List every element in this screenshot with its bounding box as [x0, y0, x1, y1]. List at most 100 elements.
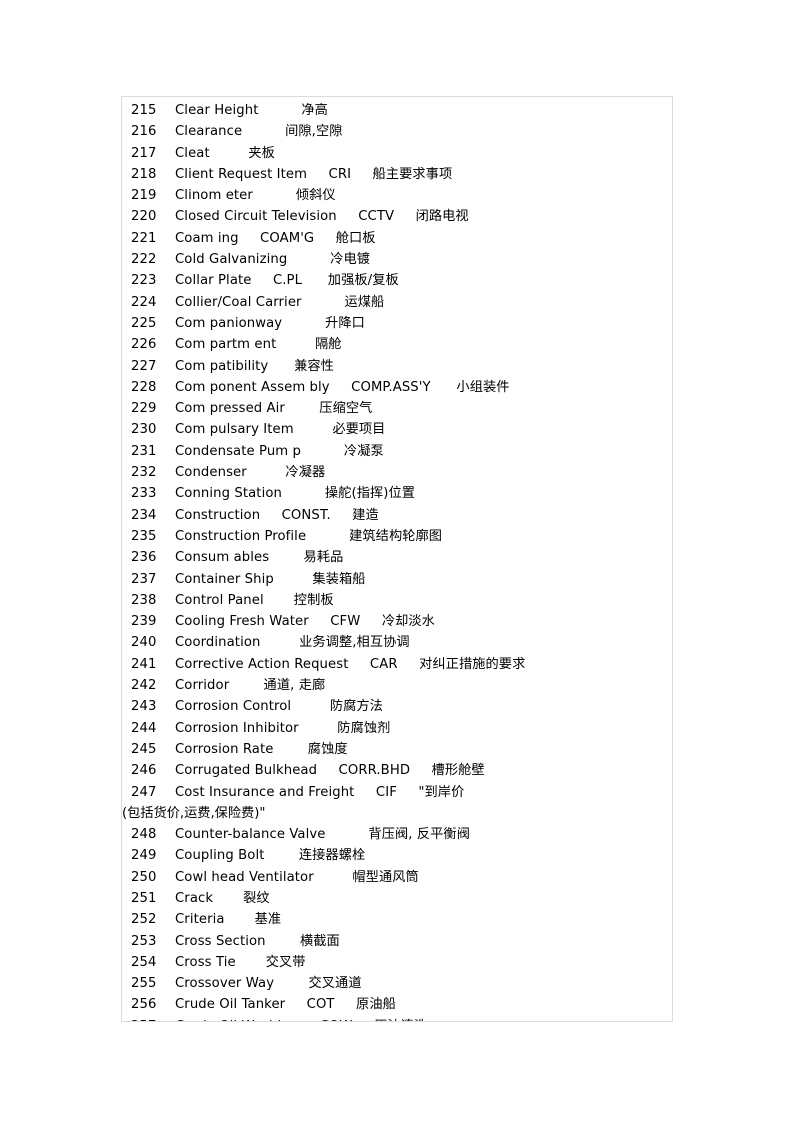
glossary-entry-number: 243	[131, 699, 157, 715]
glossary-entry-text: Consum ables 易耗品	[175, 550, 344, 566]
glossary-entry-text: Cold Galvanizing 冷电镀	[175, 252, 371, 268]
glossary-entry-row: 254 Cross Tie 交叉带	[122, 952, 672, 973]
glossary-entry-row: 248 Counter-balance Valve 背压阀, 反平衡阀	[122, 824, 672, 845]
glossary-entry-row: 246 Corrugated Bulkhead CORR.BHD 槽形舱壁	[122, 760, 672, 781]
glossary-entry-text: Com partm ent 隔舱	[175, 337, 342, 353]
glossary-entry-text: Corrosion Inhibitor 防腐蚀剂	[175, 720, 391, 736]
glossary-entry-text: Construction Profile 建筑结构轮廓图	[175, 528, 443, 544]
glossary-entry-row: 251 Crack 裂纹	[122, 888, 672, 909]
glossary-entry-number: 242	[131, 678, 157, 694]
glossary-entry-number: 235	[131, 528, 157, 544]
glossary-entry-text: Conning Station 操舵(指挥)位置	[175, 486, 416, 502]
glossary-entry-number: 231	[131, 443, 157, 459]
glossary-entry-row: 240 Coordination 业务调整,相互协调	[122, 632, 672, 653]
glossary-entry-number: 224	[131, 294, 157, 310]
glossary-entry-row: 217 Cleat 夹板	[122, 143, 672, 164]
glossary-entry-row: 239 Cooling Fresh Water CFW 冷却淡水	[122, 611, 672, 632]
glossary-entry-row: 220 Closed Circuit Television CCTV 闭路电视	[122, 206, 672, 227]
glossary-entry-text: Corrective Action Request CAR 对纠正措施的要求	[175, 656, 526, 672]
glossary-entry-number: 225	[131, 315, 157, 331]
glossary-entry-text: Com ponent Assem bly COMP.ASS'Y 小组装件	[175, 379, 510, 395]
document-page: 215 Clear Height 净高 216 Clearance 间隙,空隙 217 C…	[0, 0, 794, 1123]
glossary-entry-number: 236	[131, 550, 157, 566]
glossary-entry-row: 245 Corrosion Rate 腐蚀度	[122, 739, 672, 760]
glossary-entry-text: Corridor 通道, 走廊	[175, 678, 326, 694]
glossary-entry-row: 233 Conning Station 操舵(指挥)位置	[122, 483, 672, 504]
glossary-entry-number: 220	[131, 209, 157, 225]
glossary-entry-number: 223	[131, 273, 157, 289]
glossary-entry-number: 244	[131, 720, 157, 736]
glossary-entry-row: 218 Client Request Item CRI 船主要求事项	[122, 164, 672, 185]
glossary-entry-text: Condensate Pum p 冷凝泵	[175, 443, 384, 459]
glossary-entry-row: 247 Cost Insurance and Freight CIF "到岸价	[122, 782, 672, 803]
glossary-entry-row: 216 Clearance 间隙,空隙	[122, 121, 672, 142]
glossary-entry-text: Coam ing COAM'G 舱口板	[175, 230, 376, 246]
glossary-entry-row: 231 Condensate Pum p 冷凝泵	[122, 441, 672, 462]
glossary-entry-list: 215 Clear Height 净高 216 Clearance 间隙,空隙 217 C…	[122, 97, 672, 1021]
glossary-entry-text: Container Ship 集装箱船	[175, 571, 366, 587]
glossary-entry-text: Crude Oil Tanker COT 原油船	[175, 997, 396, 1013]
glossary-entry-text: Closed Circuit Television CCTV 闭路电视	[175, 209, 469, 225]
glossary-entry-row: 222 Cold Galvanizing 冷电镀	[122, 249, 672, 270]
glossary-entry-number: 227	[131, 358, 157, 374]
glossary-entry-text: Client Request Item CRI 船主要求事项	[175, 166, 453, 182]
glossary-entry-number: 239	[131, 614, 157, 630]
glossary-entry-row: 253 Cross Section 横截面	[122, 931, 672, 952]
glossary-entry-number: 255	[131, 976, 157, 992]
glossary-entry-number: 256	[131, 997, 157, 1013]
glossary-entry-number: 228	[131, 379, 157, 395]
glossary-content-box: 215 Clear Height 净高 216 Clearance 间隙,空隙 217 C…	[121, 96, 673, 1022]
glossary-entry-text: Com pulsary Item 必要项目	[175, 422, 386, 438]
glossary-entry-row: 250 Cowl head Ventilator 帽型通风筒	[122, 867, 672, 888]
glossary-entry-number: 251	[131, 890, 157, 906]
glossary-entry-text: Corrosion Rate 腐蚀度	[175, 741, 348, 757]
glossary-entry-text: Cleat 夹板	[175, 145, 275, 161]
glossary-entry-number: 229	[131, 401, 157, 417]
glossary-entry-row: 244 Corrosion Inhibitor 防腐蚀剂	[122, 718, 672, 739]
glossary-entry-text: Com patibility 兼容性	[175, 358, 334, 374]
glossary-entry-text: Corrosion Control 防腐方法	[175, 699, 383, 715]
glossary-entry-text: Counter-balance Valve 背压阀, 反平衡阀	[175, 827, 470, 843]
glossary-entry-text: Construction CONST. 建造	[175, 507, 379, 523]
glossary-entry-row: 224 Collier/Coal Carrier 运煤船	[122, 292, 672, 313]
glossary-entry-text: Com panionway 升降口	[175, 315, 365, 331]
glossary-entry-text: Clearance 间隙,空隙	[175, 124, 343, 140]
glossary-entry-number: 246	[131, 763, 157, 779]
glossary-entry-row: 230 Com pulsary Item 必要项目	[122, 419, 672, 440]
glossary-entry-text: Crude Oil Washing COW 原油清洗	[175, 1019, 427, 1021]
glossary-entry-number: 226	[131, 337, 157, 353]
glossary-entry-number: 254	[131, 954, 157, 970]
glossary-entry-row: 225 Com panionway 升降口	[122, 313, 672, 334]
glossary-entry-number: 250	[131, 869, 157, 885]
glossary-entry-text: Crack 裂纹	[175, 890, 270, 906]
glossary-entry-text: Criteria 基准	[175, 912, 282, 928]
glossary-entry-row: 238 Control Panel 控制板	[122, 590, 672, 611]
glossary-entry-number: 249	[131, 848, 157, 864]
glossary-entry-text: Cross Section 横截面	[175, 933, 340, 949]
glossary-entry-text: Corrugated Bulkhead CORR.BHD 槽形舱壁	[175, 763, 485, 779]
glossary-entry-row: 236 Consum ables 易耗品	[122, 547, 672, 568]
glossary-entry-row: 241 Corrective Action Request CAR 对纠正措施的要…	[122, 654, 672, 675]
glossary-entry-row: 228 Com ponent Assem bly COMP.ASS'Y 小组装件	[122, 377, 672, 398]
glossary-entry-row: 252 Criteria 基准	[122, 909, 672, 930]
glossary-entry-row: 234 Construction CONST. 建造	[122, 505, 672, 526]
glossary-entry-row: 257Crude Oil Washing COW 原油清洗	[122, 1016, 672, 1021]
glossary-entry-number: 253	[131, 933, 157, 949]
glossary-entry-row: 242 Corridor 通道, 走廊	[122, 675, 672, 696]
glossary-entry-text: Clear Height 净高	[175, 103, 328, 118]
glossary-entry-row: 232 Condenser 冷凝器	[122, 462, 672, 483]
glossary-entry-row: 237 Container Ship 集装箱船	[122, 569, 672, 590]
glossary-entry-text: Cost Insurance and Freight CIF "到岸价	[175, 784, 465, 800]
glossary-entry-number: 217	[131, 145, 157, 161]
glossary-entry-number: 241	[131, 656, 157, 672]
glossary-entry-wrapped-line: (包括货价,运费,保险费)"	[122, 805, 266, 821]
glossary-entry-text: Cowl head Ventilator 帽型通风筒	[175, 869, 419, 885]
glossary-entry-number: 234	[131, 507, 157, 523]
glossary-entry-text: Cross Tie 交叉带	[175, 954, 306, 970]
glossary-entry-row: 223 Collar Plate C.PL 加强板/复板	[122, 270, 672, 291]
glossary-entry-text: Coupling Bolt 连接器螺栓	[175, 848, 366, 864]
glossary-entry-row: 226 Com partm ent 隔舱	[122, 334, 672, 355]
glossary-entry-number: 233	[131, 486, 157, 502]
glossary-entry-text: Collar Plate C.PL 加强板/复板	[175, 273, 399, 289]
glossary-entry-number: 215	[131, 103, 157, 118]
